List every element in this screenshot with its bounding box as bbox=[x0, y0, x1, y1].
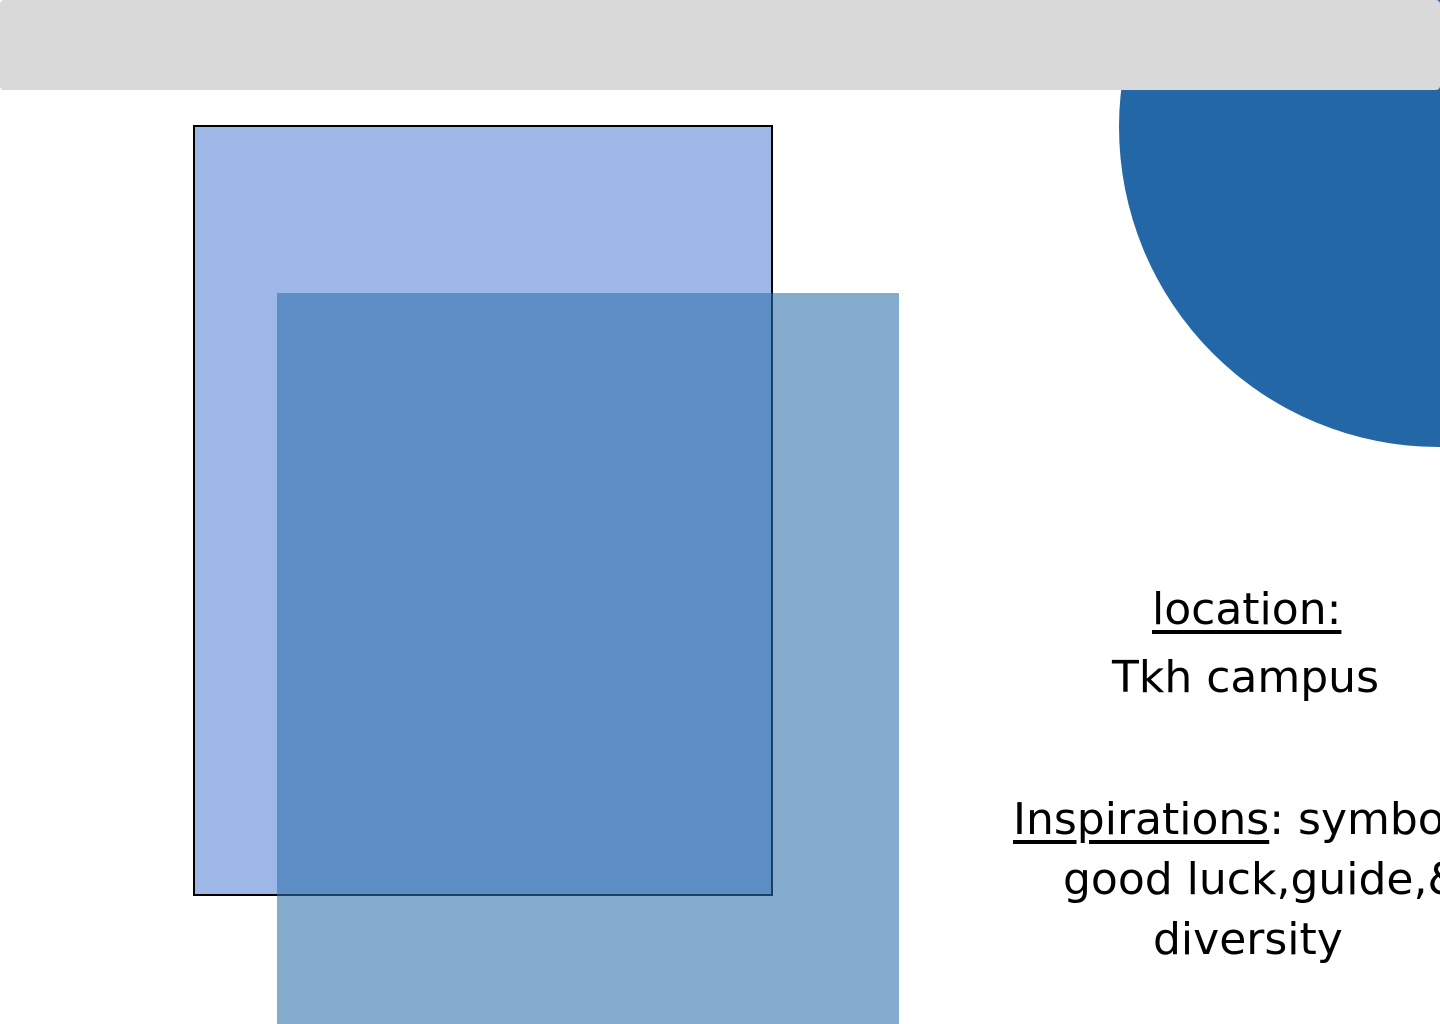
inspirations-line-3: diversity bbox=[1153, 914, 1343, 965]
inspirations-line-2: good luck,guide,& bbox=[1063, 854, 1440, 905]
inspirations-line-1: Inspirations: symbol of bbox=[1013, 790, 1440, 850]
top-bar bbox=[0, 0, 1440, 90]
location-label: location: bbox=[1152, 584, 1342, 635]
canvas: location: Tkh campus Inspirations: symbo… bbox=[0, 0, 1440, 1024]
location-value: Tkh campus bbox=[1112, 652, 1379, 703]
inspirations-label: Inspirations bbox=[1013, 794, 1270, 845]
translucent-blue-rectangle bbox=[277, 293, 899, 1024]
inspirations-text-start: : symbol of bbox=[1269, 794, 1440, 845]
